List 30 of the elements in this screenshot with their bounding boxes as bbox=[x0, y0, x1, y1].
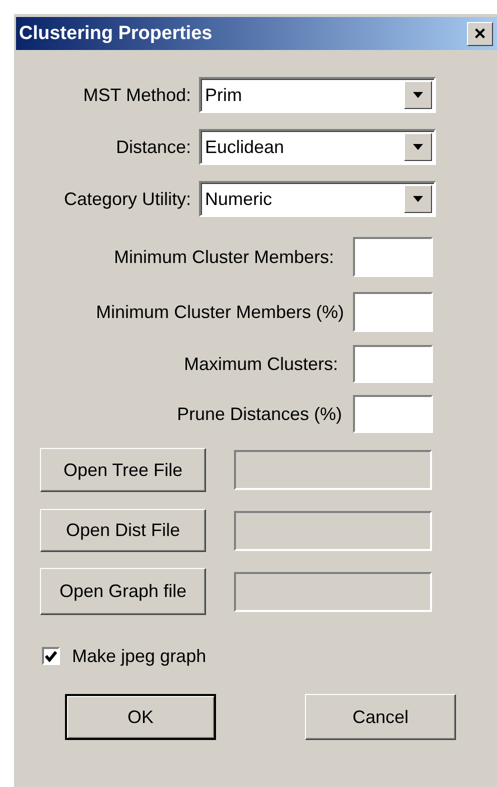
dropdown[interactable]: Euclidean bbox=[199, 129, 436, 165]
caret-icon bbox=[413, 196, 423, 202]
close-button[interactable]: × bbox=[467, 22, 493, 46]
checkbox-label: Make jpeg graph bbox=[72, 646, 206, 666]
dropdown-value: Numeric bbox=[204, 188, 274, 210]
dropdown-label: Distance: bbox=[114, 136, 192, 158]
field-label: Maximum Clusters: bbox=[182, 354, 338, 374]
field-label: Minimum Cluster Members: bbox=[112, 246, 334, 268]
dropdown[interactable]: Prim bbox=[199, 77, 436, 113]
window-title: Clustering Properties bbox=[19, 22, 212, 44]
input-field[interactable] bbox=[353, 292, 433, 332]
dropdown-value: Prim bbox=[204, 84, 243, 106]
caret-icon bbox=[413, 92, 423, 98]
field-label: Prune Distances (%) bbox=[176, 404, 342, 424]
field-label: Minimum Cluster Members (%) bbox=[94, 302, 344, 322]
cancel-button[interactable]: Cancel bbox=[305, 694, 456, 740]
dropdown-arrow-button[interactable] bbox=[404, 185, 432, 213]
dropdown-label: MST Method: bbox=[82, 84, 192, 106]
dropdown-arrow-button[interactable] bbox=[404, 133, 432, 161]
caret-icon bbox=[413, 144, 423, 150]
dropdown-arrow-button[interactable] bbox=[404, 81, 432, 109]
input-field[interactable] bbox=[353, 395, 433, 433]
dropdown-label: Category Utility: bbox=[62, 188, 192, 210]
ok-button[interactable]: OK bbox=[65, 694, 216, 740]
checkmark-icon bbox=[45, 650, 57, 662]
dropdown[interactable]: Numeric bbox=[199, 181, 436, 217]
input-field[interactable] bbox=[353, 345, 433, 383]
dropdown-value: Euclidean bbox=[204, 136, 286, 158]
checkbox[interactable] bbox=[42, 647, 60, 665]
input-field[interactable] bbox=[353, 237, 433, 277]
